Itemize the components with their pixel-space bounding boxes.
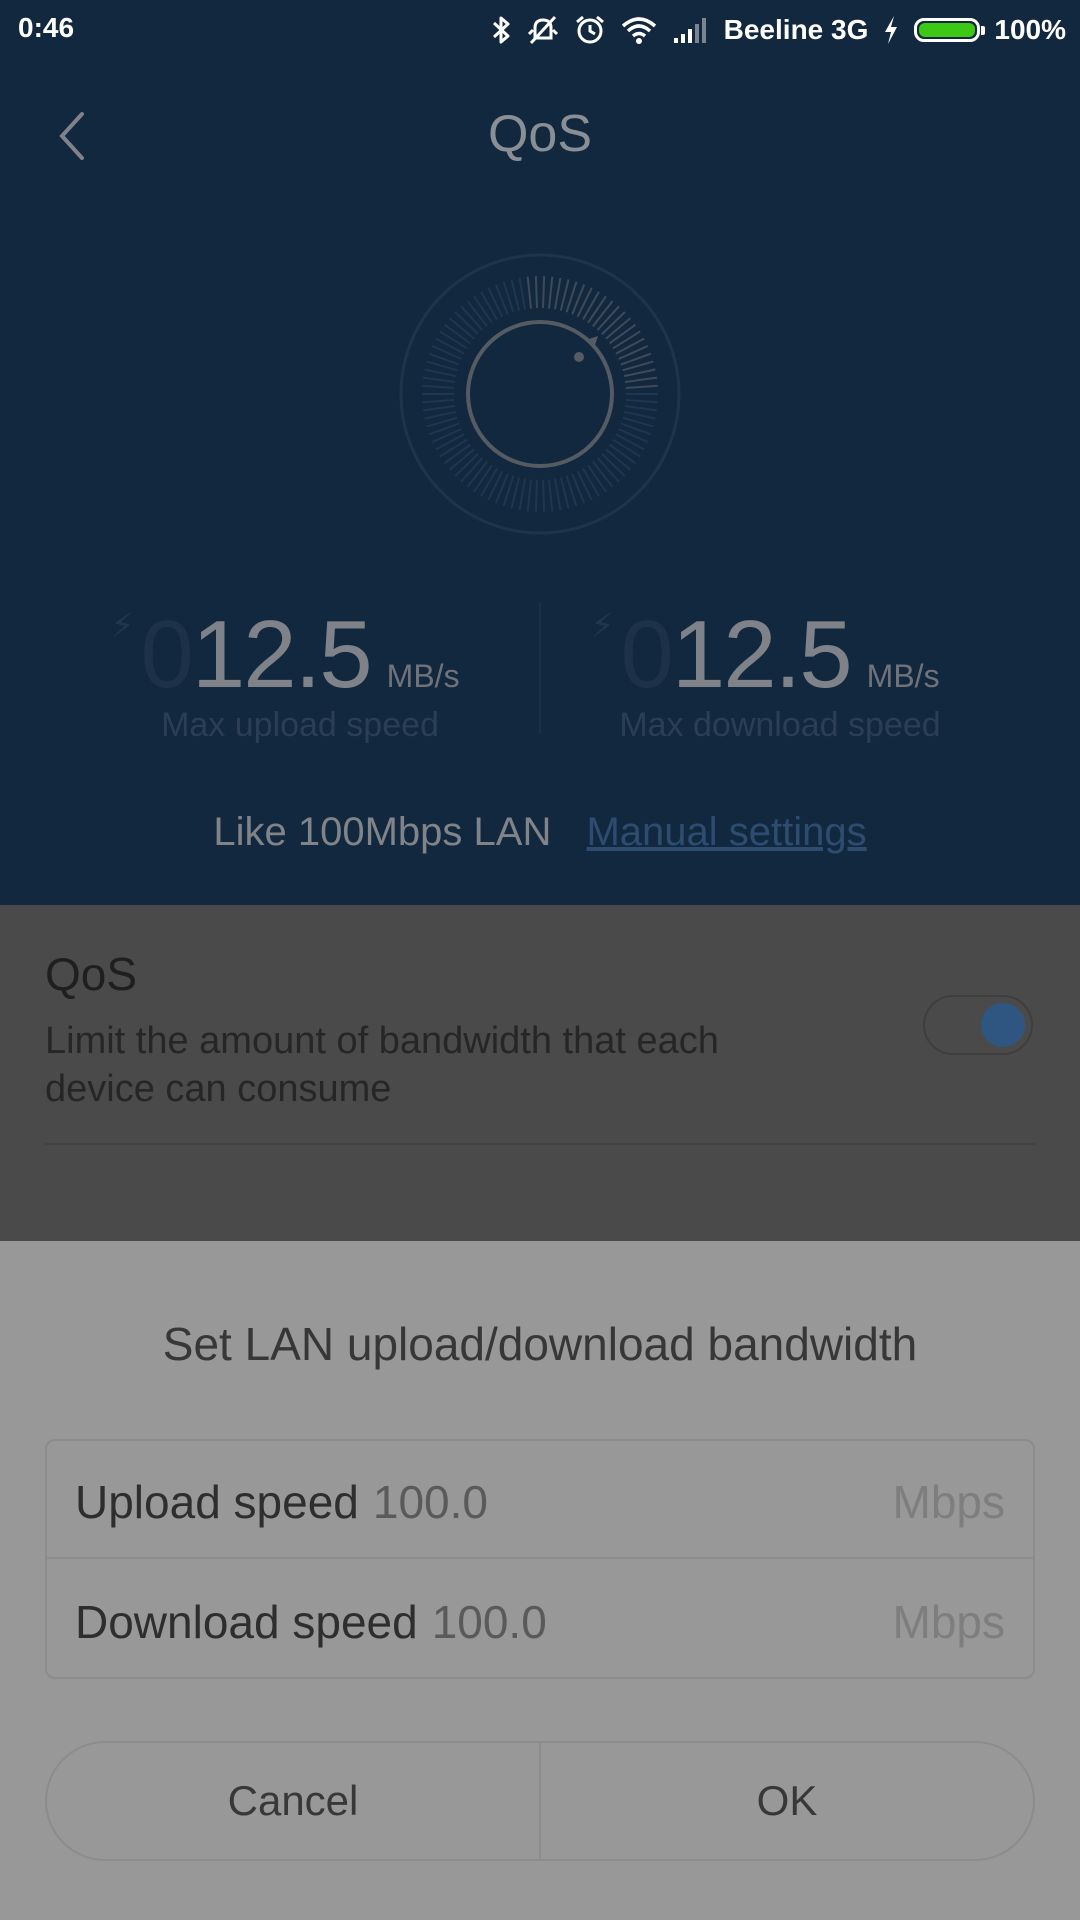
qos-setting-title: QoS — [45, 948, 138, 1000]
dial-indicator — [574, 352, 584, 362]
vibrate-off-icon — [527, 15, 558, 45]
upload-speed-unit: MB/s — [386, 658, 460, 694]
lan-row: Like 100Mbps LAN Manual settings — [0, 810, 1080, 855]
bolt-icon: ⚡ — [110, 607, 135, 645]
wifi-icon — [621, 17, 656, 44]
ok-button[interactable]: OK — [541, 1743, 1033, 1859]
lan-description: Like 100Mbps LAN — [213, 810, 552, 854]
bandwidth-fields: Upload speed 100.0 Mbps Download speed 100… — [45, 1439, 1035, 1679]
qos-setting-description: Limit the amount of bandwidth that each … — [45, 1020, 719, 1110]
upload-speed-value: 12.5 — [191, 601, 373, 708]
manual-settings-link[interactable]: Manual settings — [586, 810, 866, 854]
bluetooth-icon — [492, 16, 510, 44]
bolt-icon: ⚡ — [590, 607, 615, 645]
bandwidth-dialog: Set LAN upload/download bandwidth Upload… — [0, 1241, 1080, 1920]
status-time: 0:46 — [18, 12, 75, 43]
download-speed-unit-label: Mbps — [892, 1596, 1005, 1648]
carrier-name: Beeline 3G — [723, 14, 869, 45]
status-icons: Beeline 3G 100% — [476, 8, 1066, 52]
upload-speed-unit-label: Mbps — [892, 1476, 1005, 1528]
download-speed-field[interactable]: Download speed 100.0 Mbps — [47, 1561, 1033, 1679]
battery-icon — [914, 18, 986, 42]
download-stat: ⚡ 0 12.5 MB/s Max download speed — [540, 600, 1020, 745]
status-bar: 0:46 Beeline 3G 100% — [0, 0, 1080, 60]
download-speed-caption: Max download speed — [619, 706, 941, 744]
charging-icon — [885, 16, 898, 44]
upload-speed-caption: Max upload speed — [161, 706, 439, 744]
speed-header: 0:46 Beeline 3G 100% QoS ⚡ 0 12.5 MB/s M… — [0, 0, 1080, 905]
page-title: QoS — [487, 105, 593, 163]
speed-dial — [399, 253, 681, 535]
dial-ticks — [422, 276, 658, 512]
row-divider — [45, 1143, 1035, 1145]
alarm-icon — [575, 15, 604, 44]
battery-fill — [919, 23, 976, 37]
download-speed-value: 12.5 — [671, 601, 853, 708]
dialog-title: Set LAN upload/download bandwidth — [162, 1318, 918, 1370]
battery-percent: 100% — [994, 14, 1066, 45]
qos-setting-row: QoS Limit the amount of bandwidth that e… — [0, 905, 1080, 1241]
download-speed-input[interactable]: 100.0 — [432, 1596, 547, 1648]
upload-speed-input[interactable]: 100.0 — [373, 1476, 488, 1528]
qos-toggle[interactable] — [923, 995, 1033, 1055]
download-speed-label: Download speed 100.0 — [75, 1596, 547, 1648]
upload-leading-digit: 0 — [140, 601, 193, 708]
upload-speed-field[interactable]: Upload speed 100.0 Mbps — [47, 1441, 1033, 1559]
download-leading-digit: 0 — [620, 601, 673, 708]
cancel-button[interactable]: Cancel — [47, 1743, 541, 1859]
dialog-buttons: Cancel OK — [45, 1741, 1035, 1861]
signal-icon — [673, 18, 706, 43]
upload-stat: ⚡ 0 12.5 MB/s Max upload speed — [60, 600, 540, 745]
speed-stats: ⚡ 0 12.5 MB/s Max upload speed ⚡ 0 12.5 MB/s… — [0, 600, 1080, 750]
download-speed-unit: MB/s — [866, 658, 940, 694]
toggle-knob — [981, 1003, 1025, 1047]
upload-speed-label: Upload speed 100.0 — [75, 1476, 489, 1528]
